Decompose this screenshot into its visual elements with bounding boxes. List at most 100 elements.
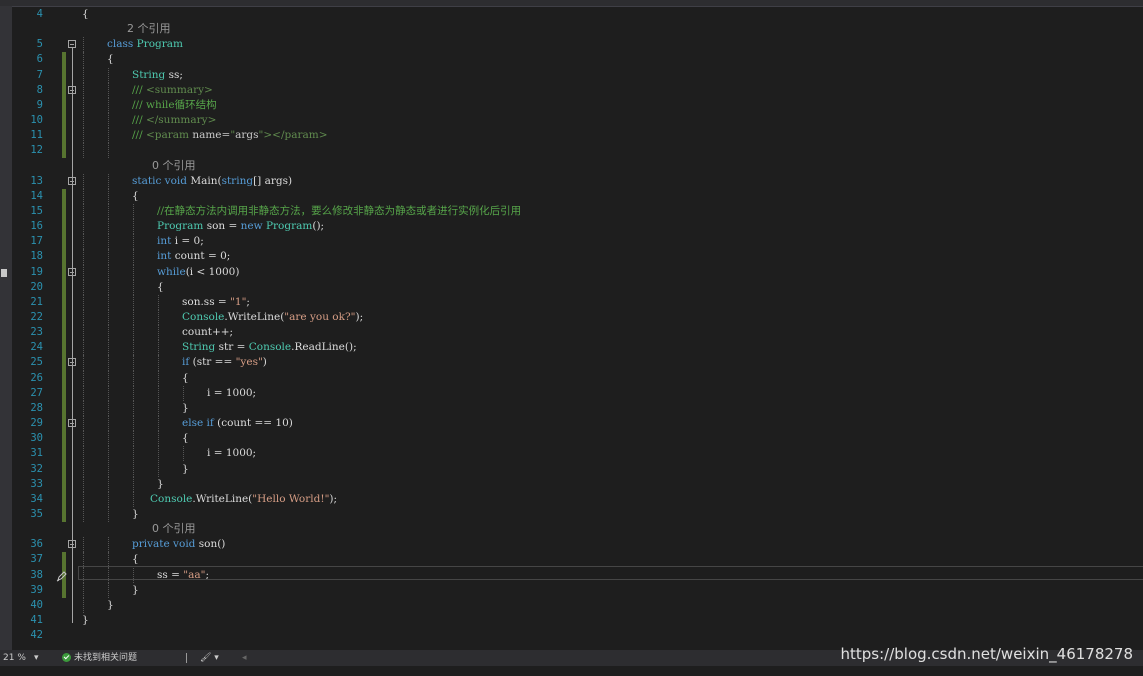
- indent-guide: [108, 143, 109, 159]
- code-text: {: [82, 7, 89, 22]
- code-line[interactable]: 7 String ss;: [12, 67, 1132, 83]
- code-line[interactable]: 30 {: [12, 431, 1132, 447]
- indent-guide: [158, 355, 159, 371]
- current-line-highlight: [78, 566, 1143, 580]
- code-line[interactable]: 39}: [12, 582, 1132, 598]
- issues-status[interactable]: 未找到相关问题: [74, 650, 137, 666]
- indent-guide: [108, 128, 109, 144]
- code-text: if (str == "yes"): [182, 355, 267, 370]
- code-token: <summary>: [145, 83, 213, 96]
- code-line[interactable]: 22 Console.WriteLine("are you ok?");: [12, 310, 1132, 326]
- indent-guide: [83, 461, 84, 477]
- code-token: args: [235, 129, 259, 142]
- code-text: {: [107, 52, 114, 67]
- code-token: {: [182, 432, 189, 445]
- code-line[interactable]: 31 i = 1000;: [12, 446, 1132, 462]
- code-line[interactable]: 17 int i = 0;: [12, 234, 1132, 250]
- code-line[interactable]: 16 Program son = new Program();: [12, 219, 1132, 235]
- code-token: ///: [132, 129, 146, 142]
- code-line[interactable]: 20 {: [12, 279, 1132, 295]
- indent-guide: [83, 431, 84, 447]
- line-number: 16: [30, 220, 43, 233]
- indent-guide: [133, 264, 134, 280]
- code-line[interactable]: 35}: [12, 506, 1132, 523]
- code-line[interactable]: 36 private void son(): [12, 537, 1132, 553]
- line-number: 14: [30, 189, 43, 202]
- code-line[interactable]: 26 {: [12, 370, 1132, 386]
- code-text: Console.WriteLine("Hello World!");: [150, 492, 337, 507]
- indent-guide: [108, 355, 109, 371]
- code-text: }: [132, 583, 139, 598]
- code-line[interactable]: 8 /// <summary>: [12, 82, 1132, 98]
- zoom-dropdown-icon[interactable]: ▾: [34, 650, 39, 666]
- code-token: "Hello World!": [252, 492, 330, 505]
- code-line[interactable]: 42: [12, 628, 1132, 643]
- code-line[interactable]: 10 /// </summary>: [12, 113, 1132, 129]
- code-line[interactable]: 6{: [12, 52, 1132, 68]
- code-text: {: [132, 189, 139, 204]
- code-token: ): [262, 356, 267, 369]
- code-editor[interactable]: 4{2 个引用 5 class Program 6{7 String ss; 8/// <…: [12, 6, 1143, 650]
- line-number: 9: [36, 98, 43, 111]
- zoom-level[interactable]: 21 %: [3, 650, 26, 666]
- codelens-references[interactable]: 0 个引用: [152, 522, 196, 536]
- code-line[interactable]: 24 String str = Console.ReadLine();: [12, 340, 1132, 356]
- code-line[interactable]: 9 /// while循环结构: [12, 97, 1132, 114]
- code-line[interactable]: 28}: [12, 400, 1132, 417]
- line-number: 36: [30, 538, 43, 551]
- code-token: else if: [182, 417, 218, 430]
- code-text: class Program: [107, 37, 183, 52]
- code-line[interactable]: 23 count++;: [12, 325, 1132, 341]
- indent-guide: [133, 385, 134, 401]
- bookmark-icon[interactable]: [1, 269, 7, 277]
- code-line[interactable]: 21 son.ss = "1";: [12, 294, 1132, 310]
- code-token: {: [157, 280, 164, 293]
- code-line[interactable]: 33}: [12, 476, 1132, 492]
- code-token: "1": [230, 295, 247, 308]
- code-token: }: [107, 598, 114, 611]
- code-text: //在静态方法内调用非静态方法，要么修改非静态为静态或者进行实例化后引用: [157, 204, 521, 219]
- code-text: int count = 0;: [157, 249, 230, 264]
- code-line[interactable]: 25 if (str == "yes"): [12, 355, 1132, 371]
- quick-action-pencil-icon[interactable]: [56, 570, 68, 582]
- code-line[interactable]: 40}: [12, 597, 1132, 613]
- code-token: name=: [192, 129, 231, 142]
- code-line[interactable]: 18 int count = 0;: [12, 249, 1132, 265]
- code-cleanup-button[interactable]: 🖌 ▾: [200, 650, 219, 666]
- code-line[interactable]: 41}: [12, 613, 1132, 628]
- line-number: 6: [36, 53, 43, 66]
- scroll-left-icon[interactable]: ◂: [242, 650, 247, 666]
- indent-guide: [108, 491, 109, 507]
- indent-guide: [183, 446, 184, 462]
- code-line[interactable]: 13 static void Main(string[] args): [12, 173, 1132, 189]
- codelens-references[interactable]: 0 个引用: [152, 159, 196, 173]
- indent-guide: [133, 294, 134, 310]
- indent-guide: [83, 143, 84, 159]
- indent-guide: [83, 67, 84, 83]
- indent-guide: [158, 416, 159, 432]
- indent-guide: [83, 597, 84, 613]
- code-line[interactable]: 5 class Program: [12, 37, 1132, 53]
- code-token: /// while循环结构: [132, 98, 217, 111]
- indent-guide: [108, 173, 109, 189]
- code-line[interactable]: 32}: [12, 461, 1132, 477]
- code-token: count = 0;: [174, 250, 231, 263]
- code-token: son.ss =: [182, 295, 231, 308]
- code-line[interactable]: 11 /// <param name="args"></param>: [12, 128, 1132, 144]
- indent-guide: [133, 476, 134, 492]
- code-line[interactable]: 34 Console.WriteLine("Hello World!");: [12, 491, 1132, 507]
- code-line[interactable]: 15 //在静态方法内调用非静态方法，要么修改非静态为静态或者进行实例化后引用: [12, 203, 1132, 220]
- indent-guide: [83, 294, 84, 310]
- code-line[interactable]: 14 {: [12, 188, 1132, 204]
- code-line[interactable]: 12: [12, 143, 1132, 159]
- code-line[interactable]: 4{: [12, 7, 1132, 22]
- indent-guide: [133, 203, 134, 220]
- indent-guide: [108, 82, 109, 98]
- codelens-references[interactable]: 2 个引用: [127, 22, 171, 36]
- indent-guide: [83, 97, 84, 114]
- code-line[interactable]: 19 while(i < 1000): [12, 264, 1132, 280]
- code-line[interactable]: 29 else if (count == 10): [12, 416, 1132, 432]
- code-text: {: [182, 431, 189, 446]
- indent-guide: [108, 446, 109, 462]
- code-line[interactable]: 27 i = 1000;: [12, 385, 1132, 401]
